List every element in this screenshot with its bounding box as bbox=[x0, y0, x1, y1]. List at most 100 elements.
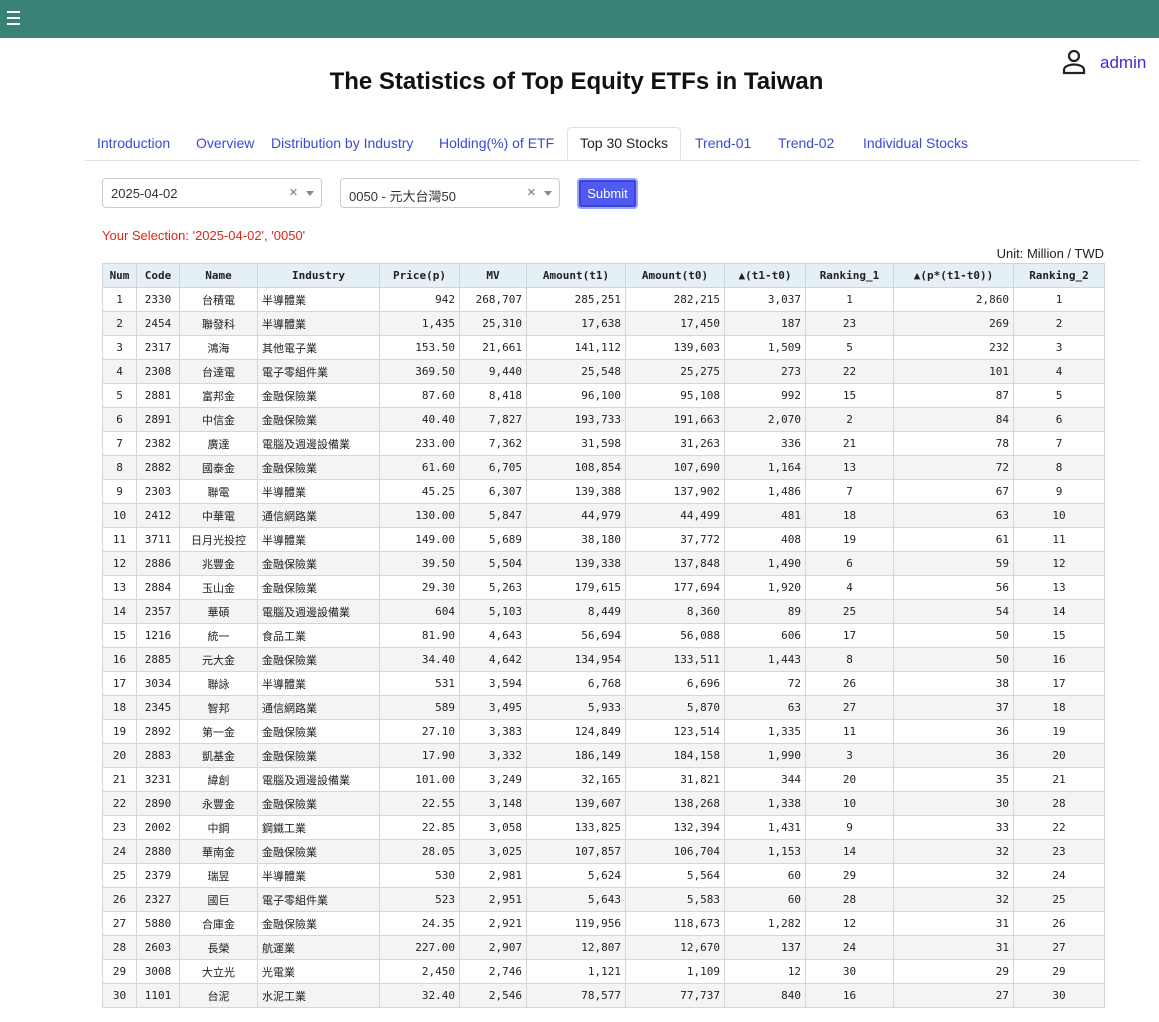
table-cell: 153.50 bbox=[379, 335, 460, 360]
table-cell: 2890 bbox=[136, 791, 180, 816]
tab-distribution-by-industry[interactable]: Distribution by Industry bbox=[271, 127, 413, 160]
etf-clear-icon[interactable]: × bbox=[527, 184, 536, 201]
table-cell: 1,431 bbox=[724, 815, 806, 840]
table-cell: 26 bbox=[102, 887, 137, 912]
table-header-row: Num Code Name Industry Price(p) MV Amount(t1) A… bbox=[102, 263, 1105, 288]
table-cell: 186,149 bbox=[526, 743, 626, 768]
table-cell: 30 bbox=[102, 983, 137, 1008]
date-dropdown[interactable]: 2025-04-02 × bbox=[102, 178, 322, 208]
table-cell: 16 bbox=[1013, 647, 1105, 672]
table-cell: 航運業 bbox=[257, 935, 380, 960]
table-cell: 14 bbox=[102, 599, 137, 624]
tab-trend-02[interactable]: Trend-02 bbox=[778, 127, 834, 160]
column-header[interactable]: ▲(t1-t0) bbox=[724, 263, 806, 288]
table-row: 23 2002 中鋼 鋼鐵工業 22.85 3,058 133,825 132,394 1,43… bbox=[102, 815, 1105, 840]
table-cell: 29 bbox=[893, 959, 1014, 984]
table-cell: 電腦及週邊設備業 bbox=[257, 431, 380, 456]
top-30-stocks-table: Num Code Name Industry Price(p) MV Amount(t1) A… bbox=[102, 263, 1105, 1008]
table-cell: 1,109 bbox=[625, 959, 725, 984]
table-cell: 1216 bbox=[136, 623, 180, 648]
tab-trend-01[interactable]: Trend-01 bbox=[695, 127, 751, 160]
tab-introduction[interactable]: Introduction bbox=[97, 127, 170, 160]
table-cell: 25 bbox=[1013, 887, 1105, 912]
column-header[interactable]: MV bbox=[459, 263, 527, 288]
table-cell: 電腦及週邊設備業 bbox=[257, 599, 380, 624]
table-cell: 12 bbox=[102, 551, 137, 576]
table-cell: 半導體業 bbox=[257, 671, 380, 696]
table-cell: 8,360 bbox=[625, 599, 725, 624]
column-header[interactable]: ▲(p*(t1-t0)) bbox=[893, 263, 1014, 288]
tab-top-30-stocks[interactable]: Top 30 Stocks bbox=[567, 127, 681, 160]
column-header[interactable]: Num bbox=[102, 263, 137, 288]
tab-overview[interactable]: Overview bbox=[196, 127, 254, 160]
table-cell: 鴻海 bbox=[179, 335, 258, 360]
tab-holding-of-etf[interactable]: Holding(%) of ETF bbox=[439, 127, 554, 160]
table-cell: 118,673 bbox=[625, 911, 725, 936]
table-cell: 28 bbox=[1013, 791, 1105, 816]
table-cell: 589 bbox=[379, 695, 460, 720]
table-cell: 141,112 bbox=[526, 335, 626, 360]
table-cell: 89 bbox=[724, 599, 806, 624]
etf-dropdown[interactable]: 0050 - 元大台灣50 × bbox=[340, 178, 560, 208]
table-cell: 1,435 bbox=[379, 311, 460, 336]
table-cell: 12 bbox=[1013, 551, 1105, 576]
table-cell: 132,394 bbox=[625, 815, 725, 840]
table-cell: 2884 bbox=[136, 575, 180, 600]
table-cell: 87.60 bbox=[379, 383, 460, 408]
submit-button[interactable]: Submit bbox=[577, 178, 638, 209]
table-cell: 國巨 bbox=[179, 887, 258, 912]
column-header[interactable]: Ranking_2 bbox=[1013, 263, 1105, 288]
table-row: 13 2884 玉山金 金融保險業 29.30 5,263 179,615 177,694 1,… bbox=[102, 575, 1105, 600]
column-header[interactable]: Amount(t0) bbox=[625, 263, 725, 288]
column-header[interactable]: Industry bbox=[257, 263, 380, 288]
table-cell: 606 bbox=[724, 623, 806, 648]
table-cell: 金融保險業 bbox=[257, 791, 380, 816]
column-header[interactable]: Amount(t1) bbox=[526, 263, 626, 288]
table-cell: 179,615 bbox=[526, 575, 626, 600]
table-cell: 5880 bbox=[136, 911, 180, 936]
hamburger-icon[interactable] bbox=[7, 10, 20, 26]
table-cell: 1,153 bbox=[724, 839, 806, 864]
table-cell: 23 bbox=[102, 815, 137, 840]
table-cell: 統一 bbox=[179, 623, 258, 648]
table-cell: 5,847 bbox=[459, 503, 527, 528]
table-cell: 523 bbox=[379, 887, 460, 912]
table-cell: 3,037 bbox=[724, 287, 806, 312]
table-cell: 942 bbox=[379, 287, 460, 312]
table-cell: 電子零組件業 bbox=[257, 359, 380, 384]
table-cell: 水泥工業 bbox=[257, 983, 380, 1008]
table-cell: 2330 bbox=[136, 287, 180, 312]
table-cell: 長榮 bbox=[179, 935, 258, 960]
table-row: 2 2454 聯發科 半導體業 1,435 25,310 17,638 17,450 187 23… bbox=[102, 311, 1105, 336]
table-cell: 32 bbox=[893, 863, 1014, 888]
table-cell: 1,121 bbox=[526, 959, 626, 984]
tab-individual-stocks[interactable]: Individual Stocks bbox=[863, 127, 968, 160]
date-chevron-down-icon[interactable] bbox=[306, 191, 314, 196]
table-cell: 華碩 bbox=[179, 599, 258, 624]
table-cell: 5 bbox=[805, 335, 894, 360]
column-header[interactable]: Ranking_1 bbox=[805, 263, 894, 288]
table-cell: 106,704 bbox=[625, 839, 725, 864]
table-cell: 481 bbox=[724, 503, 806, 528]
table-cell: 8,418 bbox=[459, 383, 527, 408]
column-header[interactable]: Price(p) bbox=[379, 263, 460, 288]
table-cell: 4 bbox=[102, 359, 137, 384]
top-app-bar bbox=[0, 0, 1159, 38]
table-cell: 133,825 bbox=[526, 815, 626, 840]
date-clear-icon[interactable]: × bbox=[289, 184, 298, 201]
table-cell: 17,450 bbox=[625, 311, 725, 336]
table-cell: 61 bbox=[893, 527, 1014, 552]
table-cell: 17,638 bbox=[526, 311, 626, 336]
table-cell: 2303 bbox=[136, 479, 180, 504]
table-cell: 25 bbox=[102, 863, 137, 888]
table-cell: 6,705 bbox=[459, 455, 527, 480]
table-cell: 531 bbox=[379, 671, 460, 696]
table-cell: 4 bbox=[1013, 359, 1105, 384]
column-header[interactable]: Code bbox=[136, 263, 180, 288]
table-cell: 60 bbox=[724, 887, 806, 912]
column-header[interactable]: Name bbox=[179, 263, 258, 288]
table-cell: 137,902 bbox=[625, 479, 725, 504]
etf-chevron-down-icon[interactable] bbox=[544, 191, 552, 196]
table-cell: 金融保險業 bbox=[257, 407, 380, 432]
table-cell: 8,449 bbox=[526, 599, 626, 624]
